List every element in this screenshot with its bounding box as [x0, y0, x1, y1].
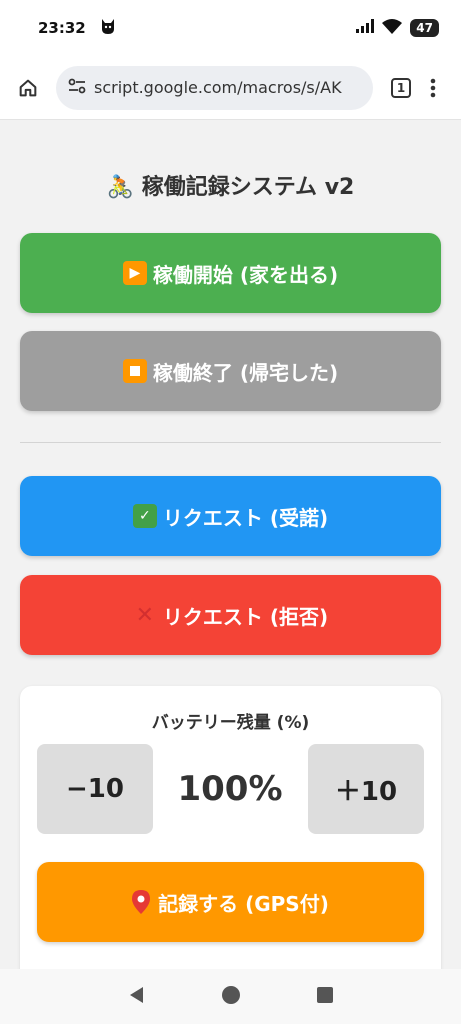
accept-request-label: リクエスト (受諾)	[162, 505, 329, 530]
start-work-button[interactable]: ▶ 稼働開始 (家を出る)	[20, 233, 441, 313]
recents-icon[interactable]	[316, 986, 334, 1008]
cyclist-icon: 🚴	[106, 175, 135, 200]
browser-toolbar: script.google.com/macros/s/AK 1	[0, 56, 461, 120]
check-icon: ✓	[132, 504, 157, 528]
more-vert-icon[interactable]	[417, 72, 449, 104]
reject-request-label: リクエスト (拒否)	[162, 604, 329, 629]
back-icon[interactable]	[128, 986, 146, 1008]
cat-notification-icon	[100, 17, 116, 39]
home-icon[interactable]	[12, 72, 44, 104]
battery-label: バッテリー残量 (%)	[151, 713, 310, 733]
signal-icon	[356, 19, 375, 37]
divider	[20, 442, 441, 443]
cross-icon: ✕	[135, 602, 155, 628]
accept-request-button[interactable]: ✓ リクエスト (受諾)	[20, 476, 441, 556]
page-title-text: 稼働記録システム v2	[141, 175, 355, 200]
pin-icon	[132, 890, 151, 914]
reject-request-button[interactable]: ✕ リクエスト (拒否)	[20, 575, 441, 655]
url-text: script.google.com/macros/s/AK	[94, 78, 342, 97]
start-work-label: 稼働開始 (家を出る)	[152, 262, 339, 287]
page-title: 🚴 稼働記録システム v2	[0, 169, 461, 201]
end-work-label: 稼働終了 (帰宅した)	[152, 360, 339, 385]
status-bar: 23:32 47	[0, 0, 461, 56]
tab-switcher-button[interactable]: 1	[385, 72, 417, 104]
status-time: 23:32	[38, 19, 86, 37]
page-content: 🚴 稼働記録システム v2 ▶ 稼働開始 (家を出る) 稼働終了 (帰宅した) …	[0, 121, 461, 969]
system-nav-bar	[0, 969, 461, 1024]
play-icon: ▶	[122, 261, 147, 285]
home-circle-icon[interactable]	[221, 985, 241, 1009]
battery-plus-button[interactable]: ＋10	[308, 744, 424, 834]
battery-value: 100%	[177, 769, 283, 809]
address-bar[interactable]: script.google.com/macros/s/AK	[56, 65, 373, 110]
tab-count: 1	[391, 77, 411, 98]
stop-icon	[122, 359, 147, 383]
battery-indicator: 47	[410, 19, 439, 37]
end-work-button[interactable]: 稼働終了 (帰宅した)	[20, 331, 441, 411]
wifi-icon	[382, 18, 403, 38]
record-button[interactable]: 記録する (GPS付)	[37, 862, 424, 942]
battery-card: バッテリー残量 (%) −10 100% ＋10 記録する (GPS付)	[20, 686, 441, 969]
record-label: 記録する (GPS付)	[158, 891, 329, 916]
battery-minus-button[interactable]: −10	[37, 744, 153, 834]
status-icons: 47	[356, 18, 439, 38]
tune-icon[interactable]	[68, 78, 86, 98]
